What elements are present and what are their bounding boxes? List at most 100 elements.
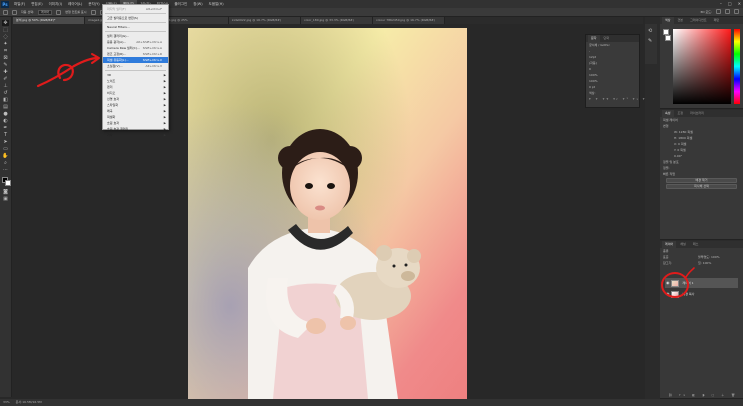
pen-tool-icon[interactable]: ✒ <box>2 125 9 131</box>
menu-item-label: 흐림 효과 <box>107 121 119 125</box>
zoom-level[interactable]: 33% <box>3 399 10 406</box>
more-tools-icon[interactable]: ⋯ <box>2 167 9 173</box>
photo-image <box>188 28 467 399</box>
filter-menu-item[interactable]: 기타 ▶ <box>103 132 168 138</box>
transform-label: 변형 컨트롤 표시 <box>65 10 87 14</box>
tab-color[interactable]: 색상 <box>662 17 674 24</box>
visibility-eye-icon[interactable]: ◉ <box>666 280 670 285</box>
eyedropper-icon[interactable]: ✎ <box>2 62 9 68</box>
transform-controls-checkbox[interactable] <box>56 9 62 15</box>
marquee-tool-icon[interactable]: ⬚ <box>2 27 9 33</box>
background-swatch[interactable] <box>665 35 671 41</box>
rectangle-tool-icon[interactable]: ▭ <box>2 146 9 152</box>
move-tool-icon[interactable] <box>3 9 8 15</box>
maximize-icon[interactable]: □ <box>728 0 732 8</box>
dodge-tool-icon[interactable]: ◐ <box>2 118 9 124</box>
layer-select-dropdown[interactable]: 레이어 <box>38 9 53 15</box>
menu-file[interactable]: 파일(F) <box>11 0 28 8</box>
options-right: 3D 모드: <box>700 9 739 16</box>
tab-swatches[interactable]: 견본 <box>675 17 687 24</box>
close-icon[interactable]: ✕ <box>738 0 741 8</box>
menu-item-label: 렌더 <box>107 85 113 89</box>
tab-properties[interactable]: 속성 <box>662 110 674 117</box>
filter-menu-item[interactable]: 고급 필터용으로 변환(S) <box>103 15 168 21</box>
move-tool-icon[interactable]: ✥ <box>2 20 9 26</box>
stamp-tool-icon[interactable]: ⊥ <box>2 83 9 89</box>
menu-item-label: 렌즈 교정(R)... <box>107 52 127 56</box>
visibility-eye-icon[interactable]: ◉ <box>666 291 670 296</box>
tab-document-4[interactable]: kids0022.jpg @ 16.7% (RGB/8#) <box>229 17 301 24</box>
menu-window[interactable]: 창(W) <box>190 0 205 8</box>
menu-type[interactable]: 문자(Y) <box>85 0 102 8</box>
filter-menu-item[interactable]: Neural Filters... <box>103 24 168 30</box>
tab-character[interactable]: 문자 <box>588 35 600 42</box>
tab-document-5[interactable]: color_180.jpg @ 33.3% (RGB/8#) <box>301 17 373 24</box>
type-tool-icon[interactable]: T <box>2 132 9 138</box>
tab-document-6[interactable]: colour 7862450.jpg @ 16.7% (RGB/8#) <box>373 17 445 24</box>
tab-libraries[interactable]: 라이브러리 <box>687 110 707 117</box>
filter-menu-dropdown: 마지막 필터(F) Alt+Ctrl+F 고급 필터용으로 변환(S) Neural … <box>102 4 169 137</box>
screen-mode-icon[interactable]: ▣ <box>2 196 9 202</box>
tab-paths[interactable]: 패스 <box>690 241 702 248</box>
menu-help[interactable]: 도움말(H) <box>206 0 227 8</box>
remove-background-button[interactable]: 배경 제거 <box>666 178 737 183</box>
tab-paragraph[interactable]: 단락 <box>601 35 613 42</box>
layer-row-1[interactable]: ◉ 레이어 1 <box>665 278 738 288</box>
menu-layer[interactable]: 레이어(L) <box>65 0 85 8</box>
quick-mask-icon[interactable]: ◙ <box>2 189 9 195</box>
tab-channels[interactable]: 채널 <box>677 241 689 248</box>
history-icon[interactable]: ⟲ <box>648 28 652 34</box>
zoom-tool-icon[interactable]: ⌕ <box>2 160 9 166</box>
align-left-icon[interactable] <box>90 9 96 15</box>
hand-tool-icon[interactable]: ✋ <box>2 153 9 159</box>
layer-action-icons[interactable]: ⛓ fx ◧ ◑ ▢ ＋ 🗑 <box>665 393 738 398</box>
eraser-icon[interactable]: ◧ <box>2 97 9 103</box>
photoshop-logo: Ps <box>1 0 9 8</box>
tab-adjustments[interactable]: 조정 <box>675 110 687 117</box>
tab-document-1[interactable]: 분석.jpg @ 50% (RGB/8#)* <box>13 17 85 24</box>
minimize-icon[interactable]: – <box>720 0 722 8</box>
tab-gradients[interactable]: 그레이디언트 <box>687 17 710 24</box>
document-canvas[interactable] <box>188 28 467 399</box>
color-panel-tabs: 색상 견본 그레이디언트 패턴 <box>660 17 743 24</box>
crop-tool-icon[interactable]: ⌗ <box>2 48 9 54</box>
search-icon[interactable] <box>716 9 721 14</box>
filter-menu-item[interactable]: 마지막 필터(F) Alt+Ctrl+F <box>103 6 168 12</box>
color-picker-field[interactable] <box>673 29 731 104</box>
healing-brush-icon[interactable]: ✚ <box>2 69 9 75</box>
share-icon[interactable] <box>734 9 739 14</box>
select-subject-button[interactable]: 피사체 선택 <box>666 184 737 189</box>
menu-plugins[interactable]: 플러그인 <box>171 0 190 8</box>
magic-wand-icon[interactable]: ✦ <box>2 41 9 47</box>
auto-select-checkbox[interactable] <box>12 9 17 15</box>
history-brush-icon[interactable]: ↺ <box>2 90 9 96</box>
color-panel: 색상 견본 그레이디언트 패턴 <box>660 17 743 109</box>
layer-thumbnail <box>671 279 680 287</box>
character-panel-tabs: 문자 단락 <box>586 35 639 42</box>
gradient-tool-icon[interactable]: ▤ <box>2 104 9 110</box>
text-style-buttons[interactable]: T T TT Tr T¹ T₁ T T <box>586 96 651 102</box>
blur-tool-icon[interactable]: ● <box>2 111 9 117</box>
menu-image[interactable]: 이미지(I) <box>46 0 65 8</box>
brush-tool-icon[interactable]: ✐ <box>2 76 9 82</box>
blend-mode-select[interactable]: 표준 <box>663 255 669 259</box>
menu-edit[interactable]: 편집(E) <box>28 0 45 8</box>
path-select-icon[interactable]: ➤ <box>2 139 9 145</box>
hue-slider[interactable] <box>734 29 740 104</box>
mode-3d-label: 3D 모드: <box>700 10 712 14</box>
tab-layers[interactable]: 레이어 <box>662 241 677 248</box>
lasso-tool-icon[interactable]: ◌ <box>2 34 9 40</box>
workspace-icon[interactable] <box>725 9 730 14</box>
background-color-swatch[interactable] <box>5 180 11 186</box>
frame-tool-icon[interactable]: ⊠ <box>2 55 9 61</box>
menu-item-label: 필터 갤러리(G)... <box>107 34 130 38</box>
layer-row-2[interactable]: ◉ 배경 복사 <box>665 289 738 299</box>
fill-field[interactable]: 칠: 100% <box>698 260 711 266</box>
menu-item-label: 왜곡 <box>107 109 113 113</box>
layers-tabs: 레이어 채널 패스 <box>660 241 743 248</box>
menu-item-shortcut: Alt+Ctrl+V <box>145 64 162 68</box>
brush-settings-icon[interactable]: ✎ <box>648 38 652 44</box>
menu-item-label: Camera Raw 필터(C)... <box>107 46 140 50</box>
tab-patterns[interactable]: 패턴 <box>711 17 723 24</box>
filter-menu-item[interactable]: 소실점(V)... Alt+Ctrl+V <box>103 63 168 69</box>
